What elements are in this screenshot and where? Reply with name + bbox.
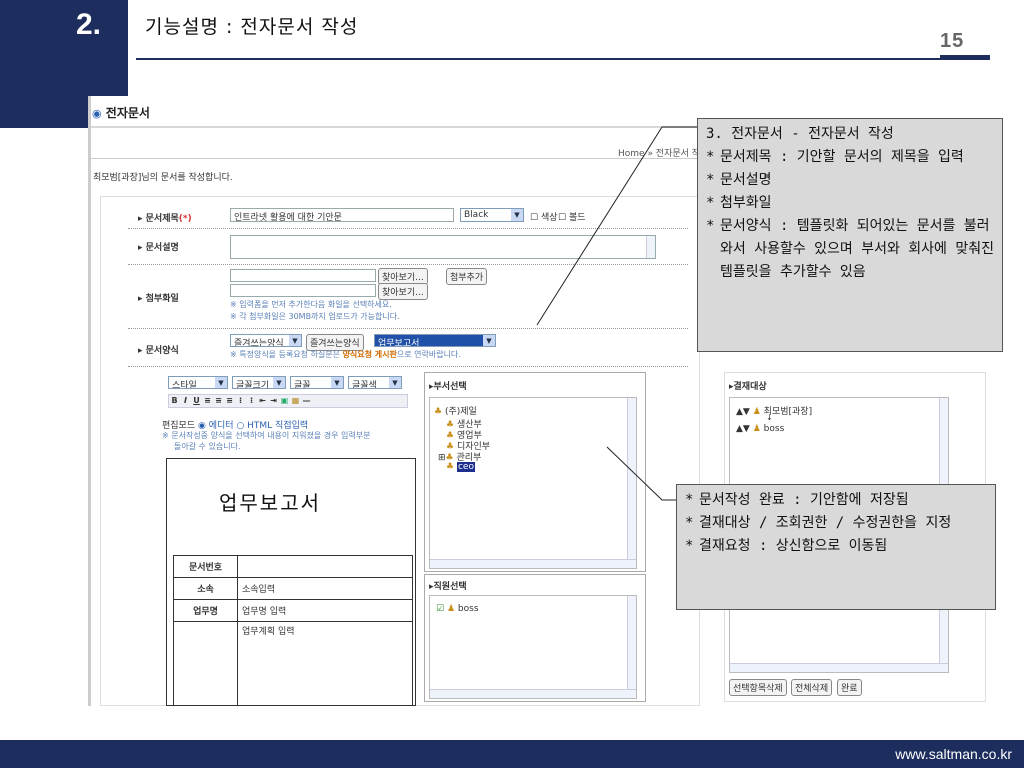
callout-leader-lines xyxy=(536,126,697,501)
footer-bar: www.saltman.co.kr xyxy=(0,740,1024,768)
callout-bullet: * 문서양식 : 템플릿화 되어있는 문서를 불러와서 사용할수 있으며 부서와 … xyxy=(706,218,994,280)
callout-top: 3. 전자문서 - 전자문서 작성 * 문서제목 : 기안할 문서의 제목을 입력… xyxy=(697,118,1003,352)
footer-url[interactable]: www.saltman.co.kr xyxy=(895,746,1012,762)
callout-bullet: * 결재요청 : 상신함으로 이동됨 xyxy=(685,538,888,554)
leader-line-top xyxy=(536,126,697,326)
callout-bullet: * 문서작성 완료 : 기안함에 저장됨 xyxy=(685,492,909,508)
callout-top-heading: 3. 전자문서 - 전자문서 작성 xyxy=(706,126,894,142)
callout-bullet: * 문서설명 xyxy=(706,172,772,188)
callout-bullet: * 문서제목 : 기안할 문서의 제목을 입력 xyxy=(706,149,964,165)
callout-bottom: * 문서작성 완료 : 기안함에 저장됨 * 결재대상 / 조회권한 / 수정권한을… xyxy=(676,484,996,610)
callout-bullet: * 첨부화일 xyxy=(706,195,772,211)
leader-line-bottom xyxy=(606,446,676,501)
callout-bullet: * 결재대상 / 조회권한 / 수정권한을 지정 xyxy=(685,515,952,531)
